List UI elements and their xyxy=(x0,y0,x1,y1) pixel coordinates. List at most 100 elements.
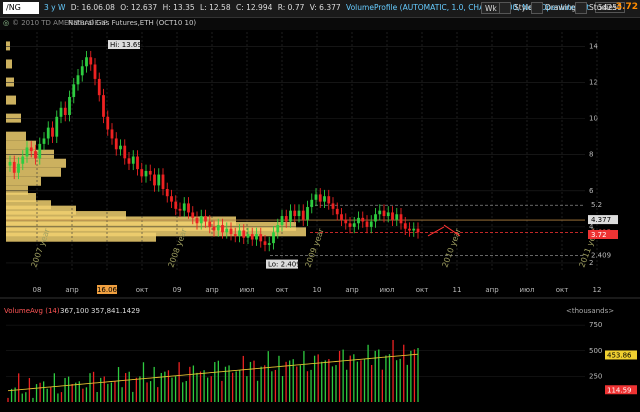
candle-body xyxy=(361,217,365,222)
candle-body xyxy=(51,127,54,137)
candle-body xyxy=(374,214,377,222)
volume-area xyxy=(6,320,585,402)
candle-body xyxy=(391,212,394,220)
candle-body xyxy=(38,143,42,159)
x-tick-label: 11 xyxy=(453,286,462,294)
candle-body xyxy=(119,145,122,150)
x-tick-label: 10 xyxy=(313,286,322,294)
candle-body xyxy=(306,207,309,220)
candle-body xyxy=(178,208,182,211)
candle-body xyxy=(59,107,63,117)
candle-body xyxy=(63,107,67,116)
candle-body xyxy=(114,138,118,150)
x-tick-label: июл xyxy=(520,286,535,294)
y-tick-label: 8 xyxy=(589,151,593,159)
candle-body xyxy=(280,216,284,226)
candle-body xyxy=(80,66,84,76)
volume-tag2: 114.59 xyxy=(607,386,632,394)
candle-body xyxy=(55,116,59,137)
volume-tick-label: 500 xyxy=(589,347,602,355)
candle-body xyxy=(21,156,25,164)
candle-body xyxy=(102,95,105,117)
candle-body xyxy=(85,57,88,67)
x-tick-label: июл xyxy=(240,286,255,294)
level-tag: 5.2 xyxy=(591,201,602,209)
volume-tick-label: 750 xyxy=(589,321,602,329)
candle-body xyxy=(246,234,250,238)
candle-body xyxy=(221,225,224,233)
candle-body xyxy=(225,228,229,233)
candle-body xyxy=(140,169,144,177)
candle-body xyxy=(131,156,135,164)
volume-profile-bar xyxy=(6,113,21,123)
low-label: Lo: 2.409 xyxy=(268,261,301,269)
candle-body xyxy=(229,228,233,235)
candle-body xyxy=(170,196,173,202)
candle-body xyxy=(68,96,71,116)
volume-tick-label: 250 xyxy=(589,372,602,380)
candle-body xyxy=(272,232,275,244)
y-tick-label: 12 xyxy=(589,79,598,87)
x-tick-label: июл xyxy=(380,286,395,294)
volume-profile-bar xyxy=(6,185,28,195)
candle-body xyxy=(348,223,352,227)
candle-body xyxy=(187,203,190,213)
candle-body xyxy=(297,210,301,217)
candle-body xyxy=(314,194,318,200)
candle-body xyxy=(331,203,335,209)
candle-body xyxy=(238,230,241,236)
candle-body xyxy=(276,225,280,233)
candle-body xyxy=(369,221,373,227)
candle-body xyxy=(378,210,382,215)
volume-profile-bar xyxy=(6,176,41,186)
candle-body xyxy=(399,214,403,224)
candle-body xyxy=(250,234,254,240)
candle-body xyxy=(174,201,178,209)
x-tick-label: апр xyxy=(205,286,219,294)
candle-body xyxy=(242,230,246,238)
candle-body xyxy=(93,64,97,79)
candle-body xyxy=(46,127,50,139)
candle-body xyxy=(148,170,152,175)
x-tick-label: апр xyxy=(485,286,499,294)
candle-body xyxy=(293,210,297,217)
candle-body xyxy=(416,228,420,233)
volume-profile-bar xyxy=(6,59,12,69)
candle-body xyxy=(412,228,416,231)
candle-body xyxy=(123,145,127,159)
candle-body xyxy=(340,214,343,220)
candle-body xyxy=(8,161,12,166)
volume-tag: 453.86 xyxy=(607,351,632,359)
candle-body xyxy=(259,234,263,242)
candle-body xyxy=(199,216,203,224)
level-tag: 2.409 xyxy=(591,252,611,260)
candle-body xyxy=(344,219,348,224)
volume-avg-value: 357,841.1429 xyxy=(91,307,140,315)
candle-body xyxy=(403,223,407,229)
candle-body xyxy=(97,78,101,96)
candle-body xyxy=(335,208,339,215)
volume-profile-bar xyxy=(6,41,10,51)
candle-body xyxy=(106,116,110,130)
high-label: Hi: 13.694 xyxy=(110,41,147,49)
candle-body xyxy=(161,174,165,189)
volume-header: VolumeAvg (14) 367,100 357,841.1429 <tho… xyxy=(0,306,640,317)
candle-body xyxy=(216,225,220,231)
price-chart[interactable]: 141210864208 апр 16.06 окт 09 апр июл окт 10 апр и… xyxy=(0,0,640,412)
candle-body xyxy=(17,163,20,173)
x-tick-label: окт xyxy=(556,286,569,294)
candle-body xyxy=(182,203,186,211)
candle-body xyxy=(386,212,390,217)
candle-body xyxy=(29,147,33,152)
candle-body xyxy=(255,234,258,240)
candle-body xyxy=(89,57,93,65)
volume-units: <thousands> xyxy=(566,307,615,315)
candle-body xyxy=(136,156,139,170)
x-tick-label: апр xyxy=(65,286,79,294)
volume-profile-bar xyxy=(6,131,26,141)
candle-body xyxy=(382,210,386,217)
candle-body xyxy=(310,199,314,208)
x-tick-label: окт xyxy=(276,286,289,294)
volume-profile-bar xyxy=(6,77,14,87)
candle-body xyxy=(289,210,292,222)
